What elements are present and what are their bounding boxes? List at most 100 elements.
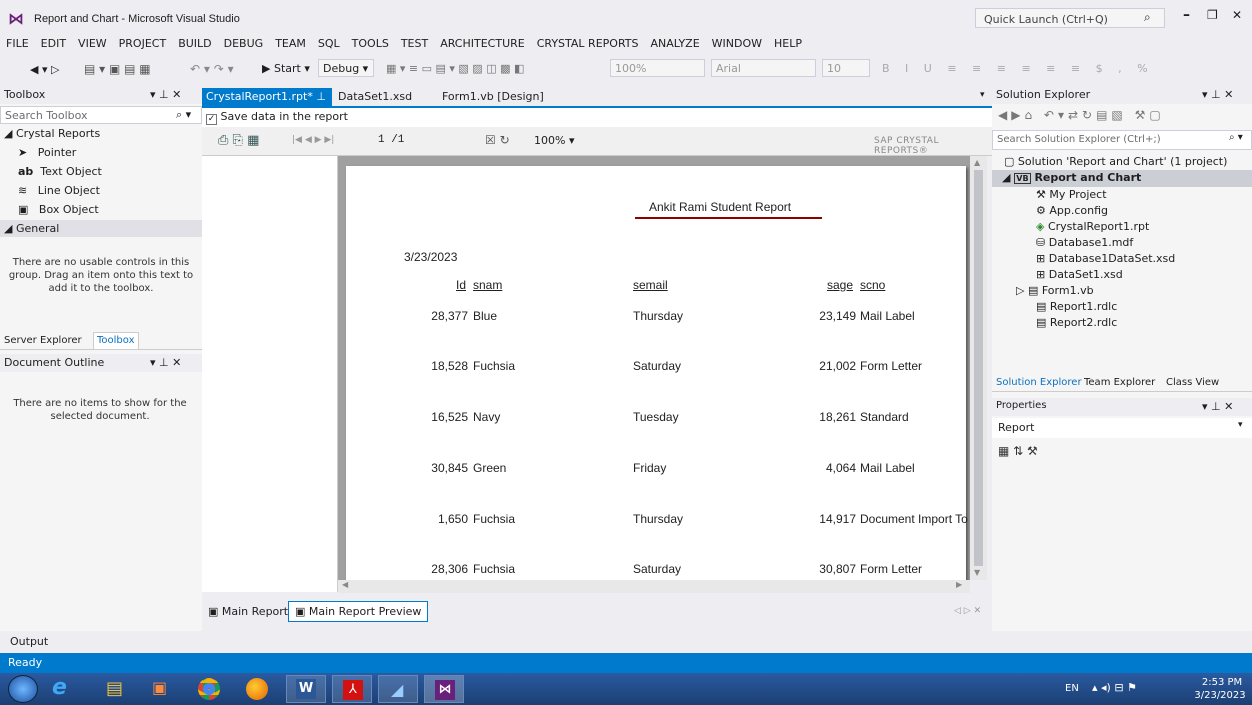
new-project-icon[interactable]: ▤ ▾ ▣ ▤ ▦ — [84, 62, 151, 76]
word-icon[interactable]: W — [286, 675, 326, 703]
report-title: Ankit Rami Student Report — [649, 200, 792, 214]
solution-item-report1[interactable]: ▤ Report1.rdlc — [1036, 300, 1117, 313]
tab-crystalreport1[interactable]: CrystalReport1.rpt* ⊥ ✕ — [202, 88, 332, 116]
menu-test[interactable]: TEST — [395, 34, 434, 50]
menu-architecture[interactable]: ARCHITECTURE — [434, 34, 531, 50]
export-icon[interactable]: ⎙ ⎘ ▦ — [218, 133, 259, 148]
start-button[interactable]: ▶ Start ▾ — [262, 62, 310, 75]
menu-analyze[interactable]: ANALYZE — [645, 34, 706, 50]
menu-build[interactable]: BUILD — [172, 34, 217, 50]
tab-form1-design[interactable]: Form1.vb [Design] — [442, 90, 544, 103]
tab-server-explorer[interactable]: Server Explorer — [4, 335, 82, 346]
scroll-right-icon[interactable]: ▶ — [956, 580, 962, 589]
database-icon: ⛁ — [1036, 236, 1046, 249]
group-crystal-reports[interactable]: ◢ Crystal Reports — [4, 127, 100, 140]
tab-solution-explorer[interactable]: Solution Explorer — [996, 377, 1082, 388]
solution-search[interactable]: Search Solution Explorer (Ctrl+;) ⌕ ▾ — [992, 130, 1252, 150]
scroll-left-icon[interactable]: ◀ — [342, 580, 348, 589]
scroll-down-icon[interactable]: ▼ — [974, 568, 980, 577]
solution-toolbar[interactable]: ◀▶⌂ ↶▾⇄↻▤▧ ⚒▢ — [998, 108, 1165, 122]
menu-sql[interactable]: SQL — [312, 34, 346, 50]
properties-object-selector[interactable]: Report ▾ — [992, 418, 1252, 438]
menu-team[interactable]: TEAM — [269, 34, 312, 50]
tab-team-explorer[interactable]: Team Explorer — [1084, 377, 1155, 388]
toolbox-item-line[interactable]: ≋ Line Object — [18, 184, 100, 197]
tab-dataset1[interactable]: DataSet1.xsd — [338, 90, 412, 103]
menu-edit[interactable]: EDIT — [35, 34, 72, 50]
tab-toolbox[interactable]: Toolbox — [93, 332, 139, 349]
menu-view[interactable]: VIEW — [72, 34, 113, 50]
solution-item-database-dataset[interactable]: ⊞ Database1DataSet.xsd — [1036, 252, 1175, 265]
properties-toolbar[interactable]: ▦ ⇅ ⚒ — [998, 444, 1038, 458]
horizontal-scrollbar[interactable]: ◀ ▶ — [338, 580, 970, 593]
menu-tools[interactable]: TOOLS — [346, 34, 395, 50]
format-icons-group[interactable]: B I U ≡ ≡ ≡ ≡ ≡ ≡ $ , % — [882, 62, 1154, 75]
project-node[interactable]: ◢ VB Report and Chart — [992, 170, 1252, 187]
pin-icon[interactable]: ▾ ⊥ ✕ — [1202, 88, 1233, 101]
quick-launch-input[interactable]: Quick Launch (Ctrl+Q) ⌕ — [975, 8, 1165, 28]
firefox-icon[interactable] — [246, 678, 268, 700]
group-general[interactable]: ◢ General — [0, 220, 202, 237]
restore-button[interactable]: ❐ — [1207, 8, 1218, 22]
undo-icon[interactable]: ↶ ▾ ↷ ▾ — [190, 62, 234, 76]
menu-project[interactable]: PROJECT — [113, 34, 173, 50]
solution-item-crystalreport[interactable]: ◈ CrystalReport1.rpt — [1036, 220, 1149, 233]
menu-window[interactable]: WINDOW — [706, 34, 768, 50]
toolbox-item-text[interactable]: ab Text Object — [18, 165, 102, 178]
zoom-dropdown[interactable]: 100% — [610, 59, 705, 77]
acrobat-icon[interactable]: ⅄ — [332, 675, 372, 703]
tab-main-report[interactable]: ▣ Main Report — [208, 605, 288, 618]
vertical-scrollbar[interactable]: ▲ ▼ — [970, 156, 987, 580]
media-player-icon[interactable]: ▣ — [152, 678, 167, 697]
solution-item-report2[interactable]: ▤ Report2.rdlc — [1036, 316, 1117, 329]
solution-item-my-project[interactable]: ⚒ My Project — [1036, 188, 1107, 201]
tray-icons[interactable]: ▴ ◂) ⊟ ⚑ — [1092, 681, 1137, 694]
language-indicator[interactable]: EN — [1065, 683, 1079, 694]
config-dropdown[interactable]: Debug ▾ — [318, 59, 374, 77]
tab-class-view[interactable]: Class View — [1166, 377, 1219, 388]
solution-item-database[interactable]: ⛁ Database1.mdf — [1036, 236, 1133, 249]
app-icon[interactable]: ◢ — [378, 675, 418, 703]
save-data-checkbox[interactable]: ✓ — [206, 114, 217, 125]
visual-studio-taskbar-icon[interactable]: ⋈ — [424, 675, 464, 703]
font-dropdown[interactable]: Arial — [711, 59, 816, 77]
clock-time[interactable]: 2:53 PM — [1196, 677, 1248, 688]
pin-icon[interactable]: ▾ ⊥ ✕ — [150, 88, 181, 101]
menu-crystal-reports[interactable]: CRYSTAL REPORTS — [531, 34, 645, 50]
menu-file[interactable]: FILE — [0, 34, 35, 50]
tab-main-report-preview[interactable]: ▣ Main Report Preview — [288, 601, 429, 622]
internet-explorer-icon[interactable]: e — [52, 675, 67, 700]
clock-date[interactable]: 3/23/2023 — [1190, 690, 1250, 701]
dataset-icon: ⊞ — [1036, 252, 1046, 265]
page-nav-icons[interactable]: |◀ ◀ ▶ ▶| — [292, 135, 334, 145]
solution-item-form1[interactable]: ▷ ▤ Form1.vb — [1016, 284, 1094, 297]
minimize-button[interactable]: – — [1183, 7, 1190, 23]
page-indicator[interactable]: 1 /1 — [374, 132, 454, 150]
pane-controls-icon[interactable]: ◁ ▷ ✕ — [954, 606, 981, 616]
solution-item-dataset1[interactable]: ⊞ DataSet1.xsd — [1036, 268, 1123, 281]
font-size-dropdown[interactable]: 10 — [822, 59, 870, 77]
toolbox-item-box[interactable]: ▣ Box Object — [18, 203, 99, 216]
solution-root[interactable]: ▢ Solution 'Report and Chart' (1 project… — [1004, 155, 1227, 168]
pin-icon[interactable]: ▾ ⊥ ✕ — [150, 356, 181, 369]
viewer-zoom-dropdown[interactable]: 100% ▾ — [532, 133, 592, 148]
chrome-icon[interactable] — [198, 678, 220, 700]
toolbox-item-pointer[interactable]: ➤ Pointer — [18, 146, 76, 159]
tab-overflow-icon[interactable]: ▾ — [980, 90, 985, 100]
close-button[interactable]: ✕ — [1232, 8, 1242, 22]
toolbox-search[interactable]: Search Toolbox ⌕ ▾ — [0, 106, 202, 124]
toolbar-icons-group[interactable]: ▦ ▾ ≡ ▭ ▤ ▾ ▧ ▨ ◫ ▩ ◧ — [386, 62, 524, 75]
back-icon[interactable]: ◀ ▾ ▷ — [30, 63, 59, 76]
scroll-up-icon[interactable]: ▲ — [974, 158, 980, 167]
pin-icon[interactable]: ▾ ⊥ ✕ — [1202, 400, 1233, 413]
file-explorer-icon[interactable]: ▤ — [106, 678, 123, 699]
scroll-thumb[interactable] — [974, 170, 983, 566]
report-page: Ankit Rami Student Report 3/23/2023 Id s… — [346, 166, 968, 580]
menu-help[interactable]: HELP — [768, 34, 808, 50]
header-semail: semail — [633, 278, 668, 292]
solution-item-app-config[interactable]: ⚙ App.config — [1036, 204, 1108, 217]
output-tab[interactable]: Output — [0, 631, 1252, 653]
start-orb-icon[interactable] — [8, 675, 38, 703]
menu-debug[interactable]: DEBUG — [218, 34, 270, 50]
refresh-icon[interactable]: ☒ ↻ — [485, 133, 510, 147]
